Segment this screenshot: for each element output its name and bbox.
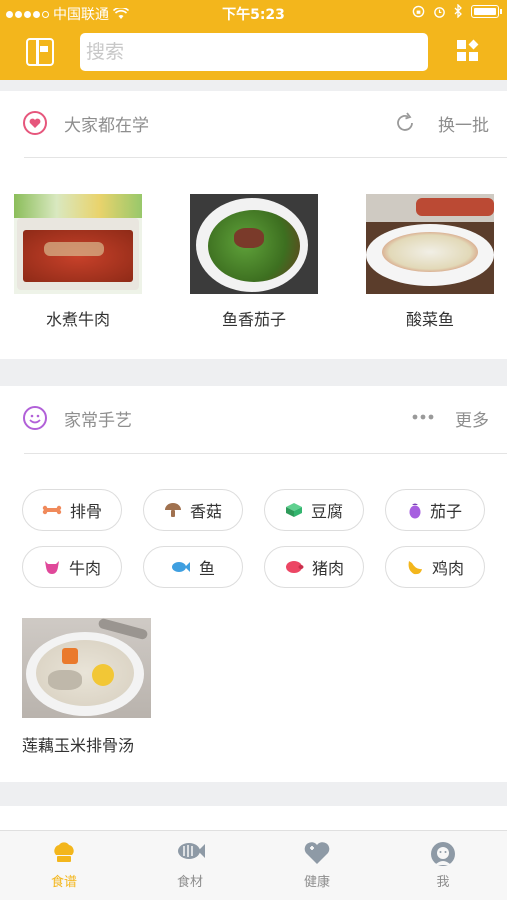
tab-label: 食材 bbox=[176, 875, 203, 890]
dish-image bbox=[366, 194, 494, 294]
category-label: 鸡肉 bbox=[431, 559, 464, 578]
category-chip-fish[interactable]: 鱼 bbox=[143, 546, 243, 588]
recipe-image bbox=[22, 618, 151, 718]
tab-recipes[interactable]: 食谱 bbox=[34, 841, 94, 890]
home-cooking-title: 家常手艺 bbox=[64, 411, 132, 431]
mushroom-icon bbox=[164, 503, 181, 517]
more-button[interactable]: 更多 bbox=[455, 406, 489, 431]
beef-icon bbox=[44, 561, 59, 574]
dish-image bbox=[14, 194, 142, 294]
status-bar: 中国联通 下午5:23 bbox=[0, 0, 507, 26]
status-right bbox=[412, 4, 502, 18]
tab-ingredients[interactable]: 食材 bbox=[160, 841, 220, 890]
popular-header: 大家都在学 换一批 bbox=[0, 91, 507, 155]
category-label: 鱼 bbox=[198, 559, 215, 578]
category-label: 香菇 bbox=[189, 502, 222, 521]
profile-icon bbox=[429, 841, 457, 866]
category-label: 茄子 bbox=[429, 502, 462, 521]
heart-face-icon bbox=[23, 111, 47, 135]
more-dots-icon[interactable] bbox=[412, 414, 434, 420]
category-chip-rib[interactable]: 排骨 bbox=[22, 489, 122, 531]
chef-hat-icon bbox=[50, 841, 78, 865]
recipe-name: 莲藕玉米排骨汤 bbox=[22, 736, 135, 755]
tab-label: 健康 bbox=[303, 875, 330, 890]
dish-name: 水煮牛肉 bbox=[45, 310, 110, 329]
home-cooking-section: 家常手艺 更多 排骨 香菇 豆腐 茄子 牛肉 鱼 猪肉 鸡肉 莲藕玉米排骨汤 bbox=[0, 386, 507, 782]
category-chip-mushroom[interactable]: 香菇 bbox=[143, 489, 243, 531]
dish-card[interactable]: 鱼香茄子 bbox=[190, 194, 318, 330]
category-label: 排骨 bbox=[69, 502, 102, 521]
dish-name: 酸菜鱼 bbox=[405, 310, 454, 329]
home-cooking-header: 家常手艺 更多 bbox=[0, 386, 507, 450]
chicken-icon bbox=[408, 561, 422, 575]
grid-cell bbox=[457, 52, 466, 61]
divider bbox=[24, 157, 507, 158]
dish-image bbox=[190, 194, 318, 294]
fish-icon bbox=[171, 562, 190, 572]
pork-icon bbox=[285, 561, 304, 573]
eggplant-icon bbox=[409, 503, 421, 519]
search-box[interactable] bbox=[80, 33, 428, 71]
recipe-book-button[interactable] bbox=[26, 38, 54, 66]
popular-title: 大家都在学 bbox=[64, 116, 149, 136]
tofu-icon bbox=[285, 503, 302, 517]
category-label: 豆腐 bbox=[310, 502, 343, 521]
category-chip-eggplant[interactable]: 茄子 bbox=[385, 489, 485, 531]
category-chip-tofu[interactable]: 豆腐 bbox=[264, 489, 364, 531]
dish-card[interactable]: 水煮牛肉 bbox=[14, 194, 142, 330]
category-label: 猪肉 bbox=[311, 559, 344, 578]
grid-cell bbox=[469, 52, 478, 61]
tab-profile[interactable]: 我 bbox=[413, 841, 473, 890]
category-label: 牛肉 bbox=[68, 559, 101, 578]
category-chip-beef[interactable]: 牛肉 bbox=[22, 546, 122, 588]
divider bbox=[24, 453, 507, 454]
heart-plus-icon bbox=[303, 841, 331, 865]
search-input[interactable] bbox=[86, 41, 422, 63]
tab-bar: 食谱 食材 健康 我 bbox=[0, 830, 507, 900]
dish-name: 鱼香茄子 bbox=[221, 310, 286, 329]
category-grid-button[interactable] bbox=[457, 39, 479, 62]
smile-face-icon bbox=[23, 406, 47, 430]
tab-health[interactable]: 健康 bbox=[287, 841, 347, 890]
grid-cell bbox=[457, 40, 466, 49]
bluetooth-icon bbox=[454, 4, 462, 18]
popular-section: 大家都在学 换一批 水煮牛肉 鱼香茄子 酸菜鱼 bbox=[0, 91, 507, 359]
tab-label: 我 bbox=[436, 875, 450, 890]
dish-card[interactable]: 酸菜鱼 bbox=[366, 194, 494, 330]
tab-label: 食谱 bbox=[50, 875, 77, 890]
fish-bones-icon bbox=[176, 841, 205, 865]
rib-icon bbox=[42, 505, 62, 515]
featured-recipe[interactable]: 莲藕玉米排骨汤 bbox=[22, 618, 152, 756]
refresh-icon[interactable] bbox=[394, 112, 416, 134]
battery-icon bbox=[471, 4, 502, 18]
top-bar: 中国联通 下午5:23 bbox=[0, 0, 507, 80]
rotation-lock-icon bbox=[412, 5, 425, 17]
refresh-button[interactable]: 换一批 bbox=[438, 111, 489, 136]
alarm-icon bbox=[434, 6, 445, 18]
category-chip-chicken[interactable]: 鸡肉 bbox=[385, 546, 485, 588]
category-chip-pork[interactable]: 猪肉 bbox=[264, 546, 364, 588]
